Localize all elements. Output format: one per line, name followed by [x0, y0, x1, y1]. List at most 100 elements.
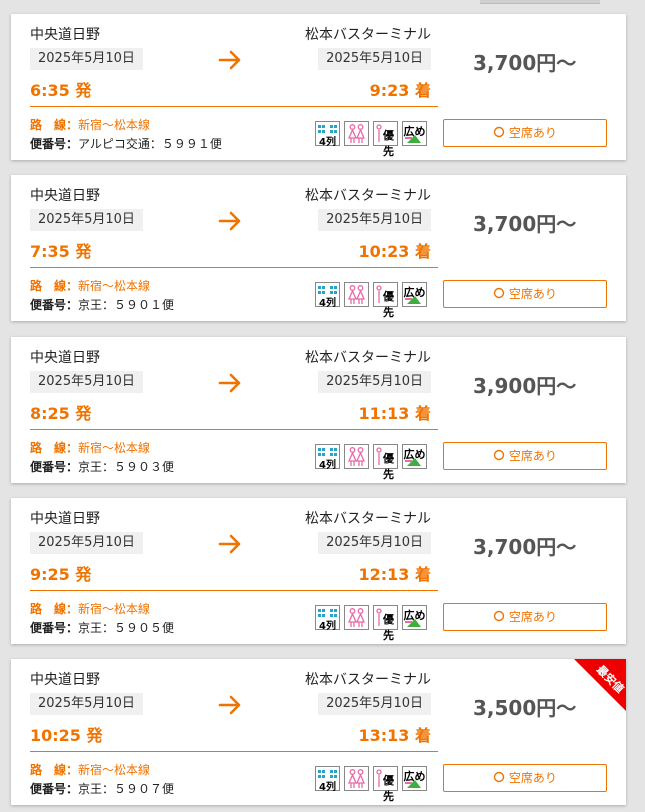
priority-seat-icon: 優先 [373, 282, 398, 319]
route-info: 路 線：新宿～松本線 [30, 116, 150, 133]
availability-label: 空席あり [508, 287, 557, 301]
fare-price: 3,700円～ [473, 51, 577, 75]
amenity-label: 4列 [319, 460, 336, 471]
result-card[interactable]: 中央道日野 松本バスターミナル 2025年5月10日 2025年5月10日 10:25 … [11, 659, 626, 805]
flight-info: 便番号：アルピコ交通：５９９１便 [30, 135, 222, 152]
amenity-label: 4列 [319, 621, 336, 632]
route-name: 新宿～松本線 [78, 118, 151, 132]
result-card[interactable]: 中央道日野 松本バスターミナル 2025年5月10日 2025年5月10日 7:35 発… [11, 175, 626, 321]
flight-info: 便番号：京王：５９０３便 [30, 458, 174, 475]
availability-label: 空席あり [508, 771, 557, 785]
flight-number: 京王：５９０７便 [78, 782, 175, 796]
4-row-seat-icon: 4列 [315, 282, 340, 309]
departure-time: 10:25 発 [30, 726, 103, 745]
fare-price: 3,700円～ [473, 535, 577, 559]
result-card[interactable]: 中央道日野 松本バスターミナル 2025年5月10日 2025年5月10日 6:35 発… [11, 14, 626, 160]
arrival-time: 9:23 着 [369, 81, 431, 100]
wide-seat-icon: 広め [402, 282, 427, 307]
divider [30, 267, 438, 268]
arrival-stop: 松本バスターミナル [305, 672, 431, 688]
route-label: 路 線： [30, 763, 79, 777]
departure-time: 8:25 発 [30, 404, 92, 423]
route-name: 新宿～松本線 [78, 763, 151, 777]
priority-seat-icon: 優先 [373, 444, 398, 481]
result-card[interactable]: 中央道日野 松本バスターミナル 2025年5月10日 2025年5月10日 8:25 発… [11, 337, 626, 483]
amenity-label: 優先 [383, 452, 394, 481]
flight-label: 便番号： [30, 460, 79, 474]
flight-label: 便番号： [30, 137, 79, 151]
departure-date: 2025年5月10日 [30, 693, 143, 715]
4-row-seat-icon: 4列 [315, 121, 340, 148]
departure-stop: 中央道日野 [30, 350, 100, 366]
flight-info: 便番号：京王：５９０５便 [30, 619, 174, 636]
flight-info: 便番号：京王：５９０１便 [30, 296, 174, 313]
departure-time: 6:35 発 [30, 81, 92, 100]
route-name: 新宿～松本線 [78, 441, 151, 455]
amenity-label: 広め [403, 125, 426, 138]
wide-seat-icon: 広め [402, 444, 427, 469]
arrow-right-icon [217, 533, 243, 555]
flight-number: 京王：５９０５便 [78, 621, 175, 635]
4-row-seat-icon: 4列 [315, 766, 340, 793]
departure-stop: 中央道日野 [30, 511, 100, 527]
departure-date: 2025年5月10日 [30, 209, 143, 231]
arrival-stop: 松本バスターミナル [305, 27, 431, 43]
arrow-right-icon [217, 694, 243, 716]
departure-date: 2025年5月10日 [30, 48, 143, 70]
wide-seat-icon: 広め [402, 605, 427, 630]
departure-time: 9:25 発 [30, 565, 92, 584]
divider [30, 106, 438, 107]
arrival-time: 13:13 着 [358, 726, 431, 745]
flight-label: 便番号： [30, 621, 79, 635]
departure-stop: 中央道日野 [30, 188, 100, 204]
arrival-time: 12:13 着 [358, 565, 431, 584]
wide-seat-icon: 広め [402, 121, 427, 146]
route-info: 路 線：新宿～松本線 [30, 600, 150, 617]
arrow-right-icon [217, 49, 243, 71]
women-seat-icon [344, 282, 369, 307]
arrival-date: 2025年5月10日 [318, 371, 431, 393]
fare-price: 3,500円～ [473, 696, 577, 720]
availability-label: 空席あり [508, 449, 557, 463]
departure-stop: 中央道日野 [30, 672, 100, 688]
arrival-date: 2025年5月10日 [318, 209, 431, 231]
arrival-date: 2025年5月10日 [318, 532, 431, 554]
amenity-label: 広め [403, 609, 426, 622]
amenity-label: 広め [403, 448, 426, 461]
availability-label: 空席あり [508, 126, 557, 140]
result-card[interactable]: 中央道日野 松本バスターミナル 2025年5月10日 2025年5月10日 9:25 発… [11, 498, 626, 644]
flight-label: 便番号： [30, 298, 79, 312]
availability-button[interactable]: 空席あり [443, 119, 607, 147]
arrow-right-icon [217, 372, 243, 394]
flight-label: 便番号： [30, 782, 79, 796]
amenity-label: 優先 [383, 774, 394, 803]
circle-icon [493, 449, 505, 463]
women-seat-icon [344, 444, 369, 469]
route-label: 路 線： [30, 279, 79, 293]
amenity-label: 広め [403, 770, 426, 783]
availability-button[interactable]: 空席あり [443, 764, 607, 792]
amenity-label: 優先 [383, 613, 394, 642]
4-row-seat-icon: 4列 [315, 605, 340, 632]
availability-button[interactable]: 空席あり [443, 280, 607, 308]
amenity-label: 優先 [383, 290, 394, 319]
arrow-right-icon [217, 210, 243, 232]
priority-seat-icon: 優先 [373, 121, 398, 158]
amenity-label: 4列 [319, 137, 336, 148]
flight-number: 京王：５９０１便 [78, 298, 175, 312]
availability-button[interactable]: 空席あり [443, 442, 607, 470]
women-seat-icon [344, 766, 369, 791]
divider [30, 429, 438, 430]
departure-date: 2025年5月10日 [30, 532, 143, 554]
availability-button[interactable]: 空席あり [443, 603, 607, 631]
route-name: 新宿～松本線 [78, 602, 151, 616]
fare-price: 3,900円～ [473, 374, 577, 398]
availability-label: 空席あり [508, 610, 557, 624]
route-name: 新宿～松本線 [78, 279, 151, 293]
circle-icon [493, 126, 505, 140]
women-seat-icon [344, 605, 369, 630]
route-label: 路 線： [30, 118, 79, 132]
arrival-time: 11:13 着 [358, 404, 431, 423]
departure-stop: 中央道日野 [30, 27, 100, 43]
route-label: 路 線： [30, 602, 79, 616]
